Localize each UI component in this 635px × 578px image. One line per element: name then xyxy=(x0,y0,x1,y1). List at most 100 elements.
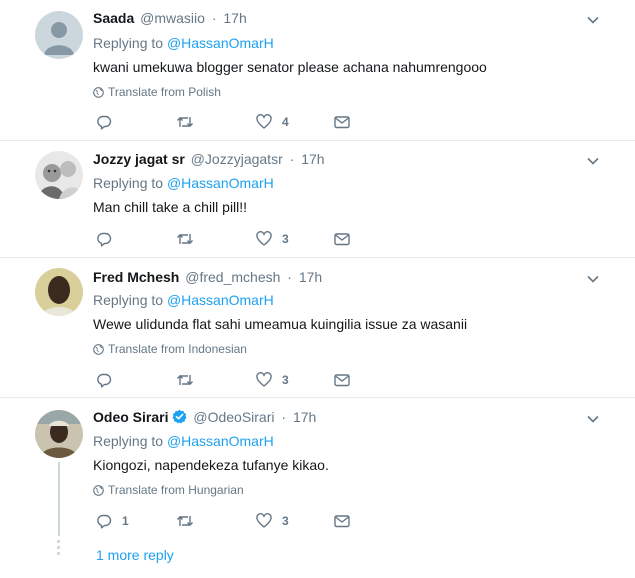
reply-icon xyxy=(97,514,112,529)
translate-label: Translate from Hungarian xyxy=(108,483,244,497)
envelope-icon xyxy=(334,116,350,129)
tweet-header: Jozzy jagat sr @Jozzyjagatsr · 17h xyxy=(93,150,325,168)
translate-label: Translate from Indonesian xyxy=(108,342,247,356)
retweet-icon xyxy=(176,516,194,526)
direct-message-button[interactable] xyxy=(334,113,350,131)
like-button[interactable]: 3 xyxy=(256,512,289,530)
tweet-actions: 3 xyxy=(96,230,376,248)
separator-dot: · xyxy=(287,269,292,285)
replying-to: Replying to @HassanOmarH xyxy=(93,432,274,450)
mention-link[interactable]: @HassanOmarH xyxy=(167,292,274,308)
user-photo-icon xyxy=(35,268,83,316)
tweet-saada[interactable]: Saada @mwasiio · 17h Replying to @Hassan… xyxy=(0,0,635,141)
replying-to: Replying to @HassanOmarH xyxy=(93,34,274,52)
like-count: 4 xyxy=(282,115,289,129)
retweet-icon xyxy=(176,117,194,127)
display-name[interactable]: Fred Mchesh xyxy=(93,269,179,285)
retweet-icon xyxy=(176,234,194,244)
translate-label: Translate from Polish xyxy=(108,85,221,99)
reply-icon xyxy=(97,232,112,247)
user-handle[interactable]: @mwasiio xyxy=(140,10,205,26)
tweet-actions: 4 xyxy=(96,113,376,131)
direct-message-button[interactable] xyxy=(334,371,350,389)
tweet-text: Kiongozi, napendekeza tufanye kikao. xyxy=(93,457,329,473)
reply-icon xyxy=(97,373,112,388)
avatar[interactable] xyxy=(35,151,83,199)
chevron-down-icon[interactable] xyxy=(587,14,599,26)
default-avatar-icon xyxy=(35,11,83,59)
tweet-header: Fred Mchesh @fred_mchesh · 17h xyxy=(93,268,322,286)
replying-prefix: Replying to xyxy=(93,433,164,449)
direct-message-button[interactable] xyxy=(334,512,350,530)
replying-to: Replying to @HassanOmarH xyxy=(93,174,274,192)
reply-button[interactable]: 1 xyxy=(96,512,129,530)
mention-link[interactable]: @HassanOmarH xyxy=(167,35,274,51)
like-button[interactable]: 3 xyxy=(256,230,289,248)
chevron-down-icon[interactable] xyxy=(587,413,599,425)
separator-dot: · xyxy=(211,10,217,26)
like-button[interactable]: 3 xyxy=(256,371,289,389)
tweet-text: Man chill take a chill pill!! xyxy=(93,199,248,215)
globe-icon xyxy=(93,485,104,496)
tweet-header: Odeo Sirari @OdeoSirari · 17h xyxy=(93,408,316,426)
user-photo-icon xyxy=(35,410,83,458)
timestamp[interactable]: 17h xyxy=(301,151,324,167)
tweet-jozzy[interactable]: Jozzy jagat sr @Jozzyjagatsr · 17h Reply… xyxy=(0,141,635,258)
heart-icon xyxy=(256,513,272,528)
reply-icon xyxy=(97,115,112,130)
replying-prefix: Replying to xyxy=(93,175,164,191)
reply-button[interactable] xyxy=(96,230,122,248)
like-count: 3 xyxy=(282,232,289,246)
translate-link[interactable]: Translate from Polish xyxy=(93,85,221,99)
translate-link[interactable]: Translate from Hungarian xyxy=(93,483,244,497)
user-handle[interactable]: @fred_mchesh xyxy=(185,269,280,285)
avatar[interactable] xyxy=(35,410,83,458)
globe-icon xyxy=(93,344,104,355)
verified-badge-icon xyxy=(172,409,187,424)
envelope-icon xyxy=(334,233,350,246)
like-count: 3 xyxy=(282,514,289,528)
retweet-button[interactable] xyxy=(176,113,204,131)
user-handle[interactable]: @OdeoSirari xyxy=(193,409,274,425)
tweet-actions: 1 3 xyxy=(96,512,376,530)
separator-dot: · xyxy=(281,409,287,425)
replying-to: Replying to @HassanOmarH xyxy=(93,291,274,309)
thread-connector-line xyxy=(58,462,60,536)
envelope-icon xyxy=(334,374,350,387)
thread-connector-dots xyxy=(57,540,61,558)
reply-button[interactable] xyxy=(96,371,122,389)
display-name[interactable]: Odeo Sirari xyxy=(93,409,168,425)
display-name[interactable]: Jozzy jagat sr xyxy=(93,151,185,167)
chevron-down-icon[interactable] xyxy=(587,273,599,285)
envelope-icon xyxy=(334,515,350,528)
reply-count: 1 xyxy=(122,514,129,528)
tweet-header: Saada @mwasiio · 17h xyxy=(93,9,247,27)
tweet-actions: 3 xyxy=(96,371,376,389)
tweet-text: kwani umekuwa blogger senator please ach… xyxy=(93,59,487,75)
retweet-icon xyxy=(176,375,194,385)
direct-message-button[interactable] xyxy=(334,230,350,248)
display-name[interactable]: Saada xyxy=(93,10,134,26)
separator-dot: · xyxy=(289,151,295,167)
retweet-button[interactable] xyxy=(176,230,204,248)
avatar[interactable] xyxy=(35,268,83,316)
globe-icon xyxy=(93,87,104,98)
tweet-fred[interactable]: Fred Mchesh @fred_mchesh · 17h Replying … xyxy=(0,258,635,398)
translate-link[interactable]: Translate from Indonesian xyxy=(93,342,247,356)
like-count: 3 xyxy=(282,373,289,387)
replying-prefix: Replying to xyxy=(93,292,164,308)
user-handle[interactable]: @Jozzyjagatsr xyxy=(191,151,283,167)
mention-link[interactable]: @HassanOmarH xyxy=(167,175,274,191)
retweet-button[interactable] xyxy=(176,371,204,389)
timestamp[interactable]: 17h xyxy=(223,10,246,26)
timestamp[interactable]: 17h xyxy=(293,409,316,425)
reply-button[interactable] xyxy=(96,113,122,131)
tweet-text: Wewe ulidunda flat sahi umeamua kuingili… xyxy=(93,316,468,332)
mention-link[interactable]: @HassanOmarH xyxy=(167,433,274,449)
like-button[interactable]: 4 xyxy=(256,113,289,131)
timestamp[interactable]: 17h xyxy=(299,269,322,285)
chevron-down-icon[interactable] xyxy=(587,155,599,167)
more-replies-link[interactable]: 1 more reply xyxy=(96,546,174,564)
retweet-button[interactable] xyxy=(176,512,204,530)
avatar[interactable] xyxy=(35,11,83,59)
